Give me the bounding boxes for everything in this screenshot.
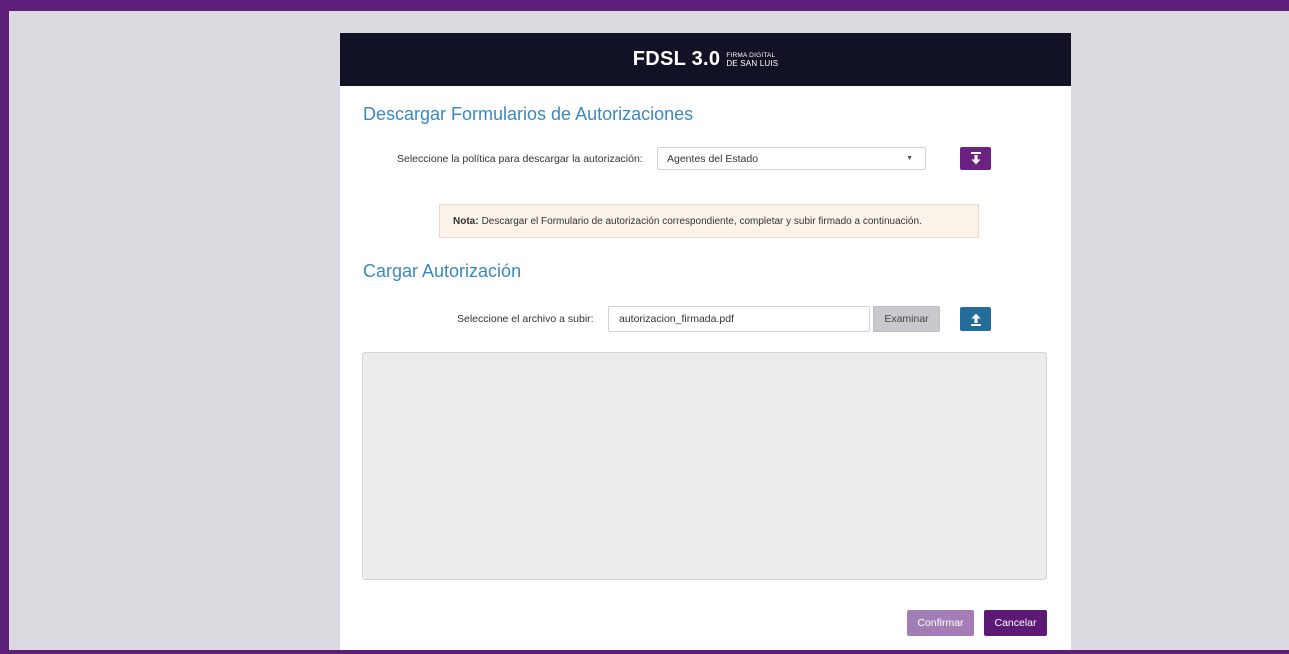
upload-section-title: Cargar Autorización bbox=[363, 261, 522, 281]
note-box: Nota: Descargar el Formulario de autoriz… bbox=[439, 204, 979, 238]
upload-button[interactable] bbox=[960, 307, 991, 331]
app-header: FDSL 3.0 FIRMA DIGITAL DE SAN LUIS bbox=[340, 33, 1071, 86]
confirm-button[interactable]: Confirmar bbox=[907, 610, 974, 636]
download-icon bbox=[970, 152, 981, 165]
logo-subtitle-line2: DE SAN LUIS bbox=[726, 58, 779, 68]
authorization-panel: FDSL 3.0 FIRMA DIGITAL DE SAN LUIS Desca… bbox=[340, 33, 1071, 650]
download-button[interactable] bbox=[960, 147, 991, 170]
file-input-value: autorizacion_firmada.pdf bbox=[619, 313, 734, 325]
upload-icon bbox=[970, 313, 981, 326]
note-label: Nota: bbox=[453, 215, 479, 227]
logo-title: FDSL 3.0 bbox=[632, 48, 721, 70]
browse-button[interactable]: Examinar bbox=[873, 306, 940, 332]
policy-select-value: Agentes del Estado bbox=[667, 152, 759, 165]
cancel-button[interactable]: Cancelar bbox=[984, 610, 1047, 636]
chevron-down-icon: ▼ bbox=[906, 155, 913, 162]
policy-label: Seleccione la política para descargar la… bbox=[397, 153, 643, 165]
file-label: Seleccione el archivo a subir: bbox=[457, 313, 594, 325]
note-text: Descargar el Formulario de autorización … bbox=[481, 215, 922, 227]
download-section-title: Descargar Formularios de Autorizaciones bbox=[363, 104, 694, 124]
fdsl-logo: FDSL 3.0 FIRMA DIGITAL DE SAN LUIS bbox=[633, 48, 779, 71]
page-background: FDSL 3.0 FIRMA DIGITAL DE SAN LUIS Desca… bbox=[9, 11, 1289, 650]
logo-subtitle: FIRMA DIGITAL DE SAN LUIS bbox=[726, 52, 778, 68]
policy-select[interactable]: Agentes del Estado ▼ bbox=[657, 147, 926, 170]
document-preview-area bbox=[362, 352, 1047, 580]
file-input[interactable]: autorizacion_firmada.pdf bbox=[608, 306, 870, 332]
